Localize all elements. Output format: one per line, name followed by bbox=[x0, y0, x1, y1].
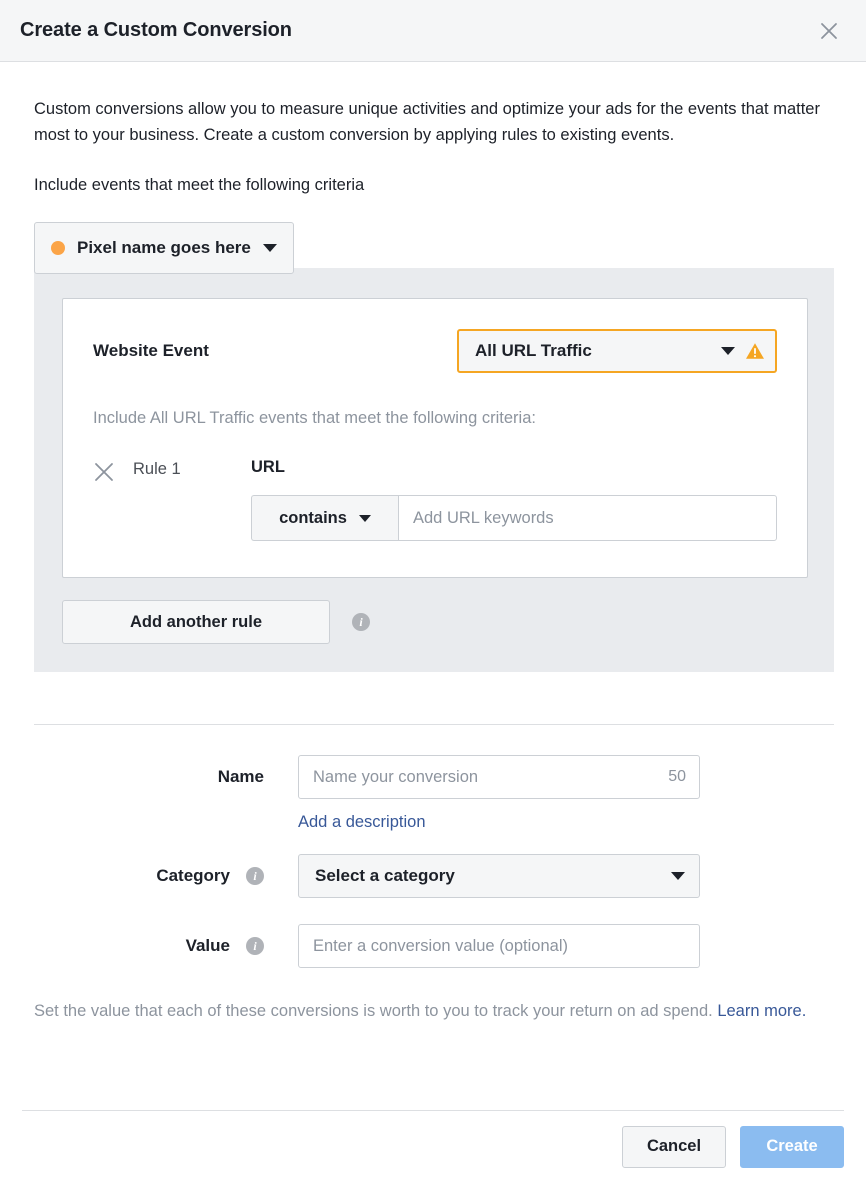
close-icon bbox=[821, 22, 837, 39]
category-select[interactable]: Select a category bbox=[298, 854, 700, 898]
rule-label: Rule 1 bbox=[133, 460, 181, 478]
value-helper-text: Set the value that each of these convers… bbox=[34, 998, 834, 1024]
dialog-header: Create a Custom Conversion bbox=[0, 0, 866, 62]
cancel-button[interactable]: Cancel bbox=[622, 1125, 726, 1168]
category-row: Category i Select a category bbox=[34, 854, 834, 898]
page-title: Create a Custom Conversion bbox=[20, 19, 292, 41]
create-button[interactable]: Create bbox=[740, 1125, 844, 1168]
name-label: Name bbox=[217, 767, 264, 786]
website-event-selected-value: All URL Traffic bbox=[475, 341, 592, 360]
value-control bbox=[298, 924, 700, 968]
add-another-rule-button[interactable]: Add another rule bbox=[62, 600, 330, 644]
add-description-control: Add a description bbox=[298, 813, 700, 832]
chevron-down-icon bbox=[721, 347, 735, 355]
info-icon[interactable]: i bbox=[352, 613, 370, 631]
value-label-cell: Value i bbox=[34, 936, 298, 956]
rule-fields: URL contains bbox=[251, 458, 777, 541]
add-description-link[interactable]: Add a description bbox=[298, 813, 426, 831]
value-row: Value i bbox=[34, 924, 834, 968]
dialog-footer: Cancel Create bbox=[22, 1110, 844, 1182]
info-icon[interactable]: i bbox=[246, 867, 264, 885]
category-label: Category bbox=[156, 866, 230, 885]
value-label: Value bbox=[185, 936, 230, 955]
learn-more-link[interactable]: Learn more. bbox=[717, 1002, 806, 1020]
category-control: Select a category bbox=[298, 854, 700, 898]
rules-panel: Website Event All URL Traffic Include Al… bbox=[34, 268, 834, 672]
name-control: 50 bbox=[298, 755, 700, 799]
name-input[interactable] bbox=[298, 755, 700, 799]
warning-triangle-icon bbox=[746, 343, 764, 359]
dialog-body: Custom conversions allow you to measure … bbox=[0, 62, 866, 672]
rule-combo: contains bbox=[251, 495, 777, 541]
info-icon[interactable]: i bbox=[246, 937, 264, 955]
rule-row: Rule 1 URL contains bbox=[93, 458, 777, 541]
rule-card: Website Event All URL Traffic Include Al… bbox=[62, 298, 808, 578]
close-button[interactable] bbox=[814, 16, 844, 46]
rule-operator-select[interactable]: contains bbox=[251, 495, 398, 541]
pixel-status-dot-icon bbox=[51, 241, 65, 255]
add-rule-row: Add another rule i bbox=[62, 600, 808, 644]
intro-paragraph: Custom conversions allow you to measure … bbox=[34, 100, 820, 144]
chevron-down-icon bbox=[358, 514, 371, 522]
name-row: Name 50 bbox=[34, 755, 834, 799]
website-event-select[interactable]: All URL Traffic bbox=[457, 329, 777, 373]
name-label-cell: Name bbox=[34, 767, 298, 787]
add-description-row: Add a description bbox=[34, 813, 834, 832]
conversion-form: Name 50 Add a description Category i Sel… bbox=[0, 725, 866, 1024]
criteria-subtext: Include All URL Traffic events that meet… bbox=[93, 409, 536, 427]
rule-field-title: URL bbox=[251, 458, 285, 476]
remove-rule-button[interactable] bbox=[93, 461, 115, 483]
category-selected-value: Select a category bbox=[315, 866, 455, 885]
value-helper-sentence: Set the value that each of these convers… bbox=[34, 1002, 718, 1020]
rule-value-input[interactable] bbox=[398, 495, 777, 541]
website-event-label: Website Event bbox=[93, 341, 209, 360]
website-event-row: Website Event All URL Traffic bbox=[93, 329, 777, 373]
pixel-selector-label: Pixel name goes here bbox=[77, 238, 251, 257]
chevron-down-icon bbox=[262, 244, 277, 252]
criteria-heading: Include events that meet the following c… bbox=[34, 176, 365, 194]
chevron-down-icon bbox=[671, 872, 685, 880]
conversion-value-input[interactable] bbox=[298, 924, 700, 968]
rule-operator-value: contains bbox=[279, 508, 347, 527]
pixel-selector[interactable]: Pixel name goes here bbox=[34, 222, 294, 274]
category-label-cell: Category i bbox=[34, 866, 298, 886]
